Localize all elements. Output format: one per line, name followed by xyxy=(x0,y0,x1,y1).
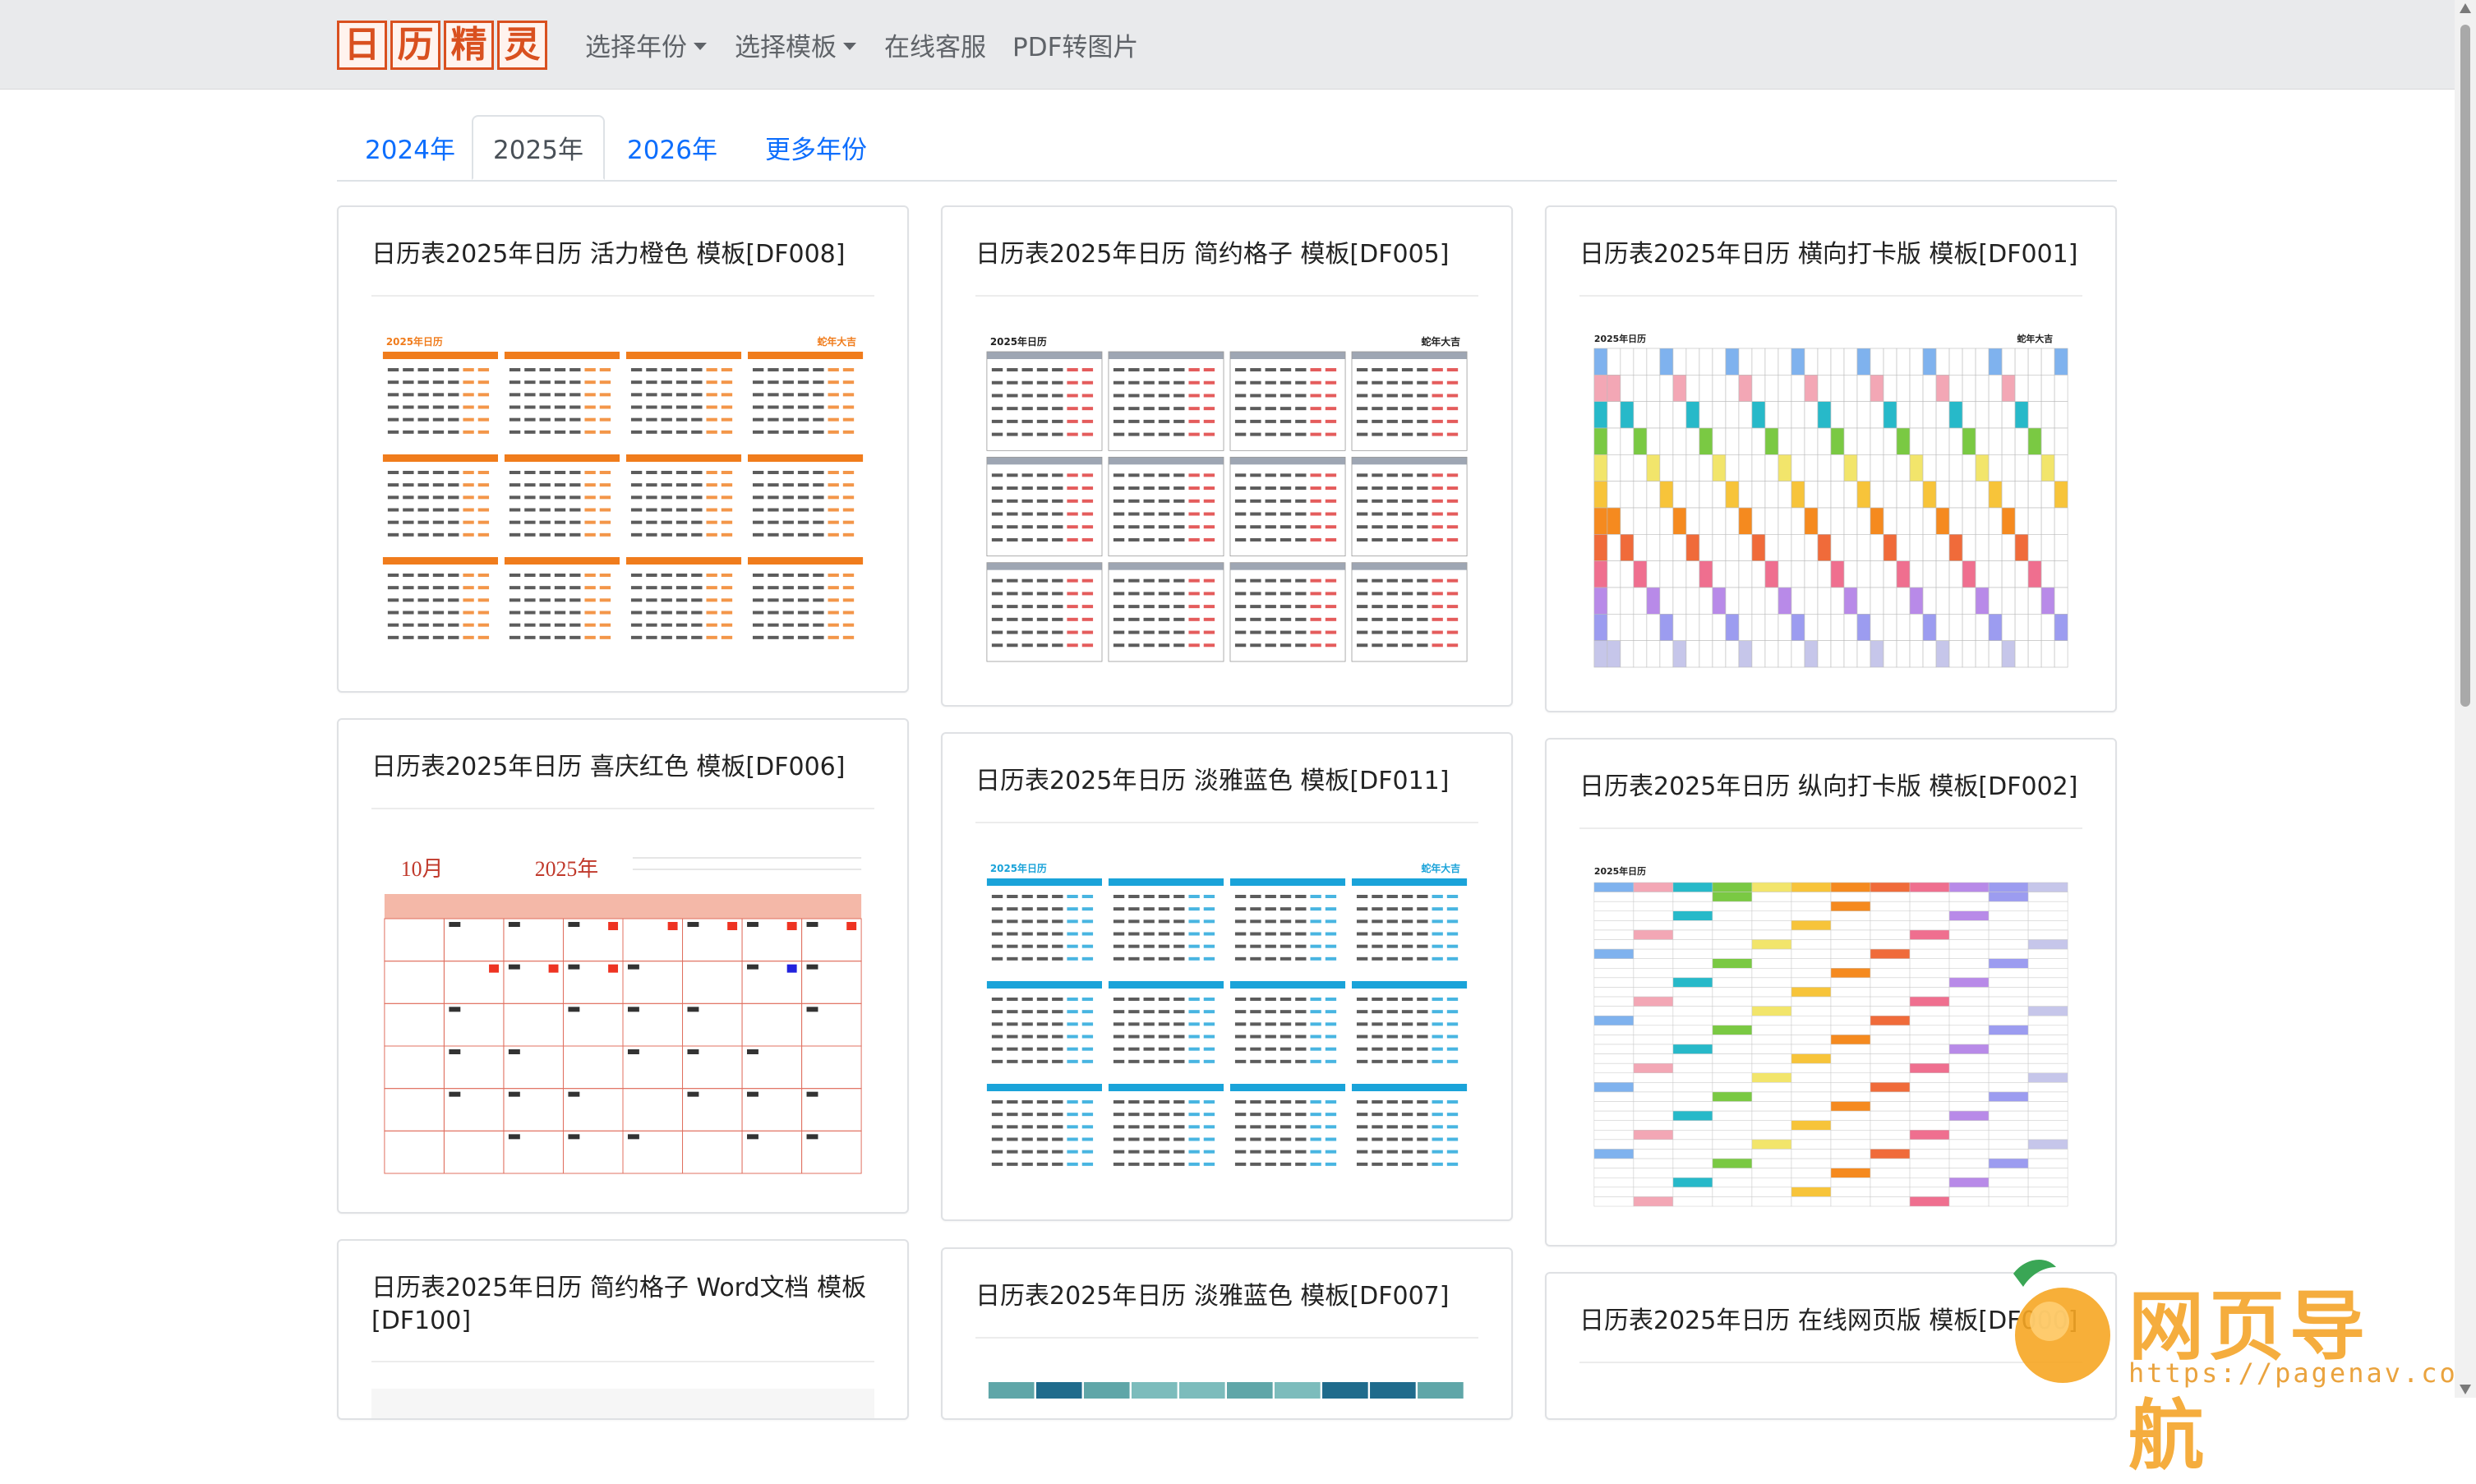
watermark-url: https://pagenav.com xyxy=(2128,1357,2476,1389)
template-thumbnail[interactable] xyxy=(371,1389,874,1418)
nav-online-support[interactable]: 在线客服 xyxy=(884,26,986,63)
logo-char: 灵 xyxy=(497,21,547,70)
thumb-year-label: 2025年日历 xyxy=(990,335,1047,348)
nav-pdf-to-image[interactable]: PDF转图片 xyxy=(1012,26,1138,63)
thumb-lucky-label: 蛇年大吉 xyxy=(1421,335,1460,348)
nav-select-year-label: 选择年份 xyxy=(585,33,687,62)
orange-logo-icon xyxy=(2013,1259,2110,1383)
card-title[interactable]: 日历表2025年日历 淡雅蓝色 模板[DF011] xyxy=(975,765,1478,798)
thumb-lucky-label: 蛇年大吉 xyxy=(2017,333,2054,344)
card-divider xyxy=(371,1361,874,1362)
caret-down-icon xyxy=(694,42,707,50)
year-tabs: 2024年 2025年 2026年 更多年份 xyxy=(337,115,2117,182)
tab-2025[interactable]: 2025年 xyxy=(472,115,605,180)
thumb-year-label: 2025年日历 xyxy=(386,335,443,348)
scroll-down-arrow-icon[interactable] xyxy=(2460,1385,2471,1394)
page-scrollbar[interactable] xyxy=(2455,0,2476,1398)
template-card[interactable]: 日历表2025年日历 纵向打卡版 模板[DF002] 2025年日历 xyxy=(1545,738,2117,1247)
template-thumbnail[interactable]: 2025年日历 蛇年大吉 xyxy=(371,324,874,665)
card-title[interactable]: 日历表2025年日历 喜庆红色 模板[DF006] xyxy=(371,751,874,784)
site-watermark: 网页导航 https://pagenav.com xyxy=(1980,1249,2474,1480)
nav-select-template-label: 选择模板 xyxy=(735,33,837,62)
thumb-lucky-label: 蛇年大吉 xyxy=(1421,862,1460,874)
card-divider xyxy=(371,808,874,809)
tab-more-years[interactable]: 更多年份 xyxy=(740,115,892,180)
template-card[interactable]: 日历表2025年日历 淡雅蓝色 模板[DF007] xyxy=(941,1247,1513,1420)
tab-label: 更多年份 xyxy=(765,136,867,165)
template-thumbnail[interactable]: 2025年日历 xyxy=(1579,856,2082,1216)
card-title[interactable]: 日历表2025年日历 简约格子 模板[DF005] xyxy=(975,238,1478,271)
card-divider xyxy=(975,295,1478,297)
thumb-year-label: 2025年日历 xyxy=(990,862,1047,874)
top-navbar: 日 历 精 灵 选择年份 选择模板 在线客服 PDF转图片 xyxy=(0,0,2455,90)
logo-char: 历 xyxy=(390,21,440,70)
caret-down-icon xyxy=(843,42,856,50)
template-card[interactable]: 日历表2025年日历 活力橙色 模板[DF008] 2025年日历 蛇年大吉 xyxy=(337,205,909,693)
template-thumbnail[interactable]: 2025年日历 蛇年大吉 xyxy=(975,850,1478,1191)
template-card[interactable]: 日历表2025年日历 淡雅蓝色 模板[DF011] 2025年日历 蛇年大吉 xyxy=(941,732,1513,1221)
site-logo[interactable]: 日 历 精 灵 xyxy=(337,21,549,71)
card-title[interactable]: 日历表2025年日历 简约格子 Word文档 模板[DF100] xyxy=(371,1272,874,1338)
tab-label: 2025年 xyxy=(493,136,583,165)
tab-2026[interactable]: 2026年 xyxy=(605,115,740,180)
template-card[interactable]: 日历表2025年日历 喜庆红色 模板[DF006] 10月 2025年 xyxy=(337,718,909,1214)
template-thumbnail[interactable] xyxy=(975,1366,1478,1399)
thumb-year-label: 2025年日历 xyxy=(1594,865,1646,877)
thumb-lucky-label: 蛇年大吉 xyxy=(817,335,856,348)
card-divider xyxy=(975,822,1478,823)
template-card[interactable]: 日历表2025年日历 简约格子 Word文档 模板[DF100] xyxy=(337,1239,909,1420)
scroll-up-arrow-icon[interactable] xyxy=(2460,3,2471,13)
nav-pdf-to-image-label: PDF转图片 xyxy=(1012,33,1139,62)
year-label: 2025年 xyxy=(535,857,598,881)
tab-label: 2024年 xyxy=(365,136,455,165)
nav-select-template[interactable]: 选择模板 xyxy=(735,26,856,63)
card-divider xyxy=(975,1337,1478,1339)
card-title[interactable]: 日历表2025年日历 活力橙色 模板[DF008] xyxy=(371,238,874,271)
nav-online-support-label: 在线客服 xyxy=(884,33,986,62)
template-card[interactable]: 日历表2025年日历 简约格子 模板[DF005] 2025年日历 蛇年大吉 xyxy=(941,205,1513,707)
scrollbar-thumb[interactable] xyxy=(2460,25,2470,707)
thumb-year-label: 2025年日历 xyxy=(1594,333,1646,344)
nav-select-year[interactable]: 选择年份 xyxy=(585,26,707,63)
template-card[interactable]: 日历表2025年日历 横向打卡版 模板[DF001] 2025年日历 蛇年大吉 xyxy=(1545,205,2117,712)
card-divider xyxy=(1579,827,2082,829)
card-title[interactable]: 日历表2025年日历 纵向打卡版 模板[DF002] xyxy=(1579,771,2082,804)
logo-char: 日 xyxy=(337,21,387,70)
logo-char: 精 xyxy=(444,21,494,70)
template-thumbnail[interactable]: 2025年日历 蛇年大吉 xyxy=(1579,324,2082,679)
template-thumbnail[interactable]: 10月 2025年 xyxy=(371,836,874,1186)
template-thumbnail[interactable]: 2025年日历 蛇年大吉 xyxy=(975,324,1478,673)
card-title[interactable]: 日历表2025年日历 横向打卡版 模板[DF001] xyxy=(1579,238,2082,271)
card-title[interactable]: 日历表2025年日历 淡雅蓝色 模板[DF007] xyxy=(975,1280,1478,1313)
tab-2024[interactable]: 2024年 xyxy=(348,115,472,180)
card-divider xyxy=(1579,295,2082,297)
month-label: 10月 xyxy=(401,857,444,881)
tab-label: 2026年 xyxy=(627,136,717,165)
card-divider xyxy=(371,295,874,297)
